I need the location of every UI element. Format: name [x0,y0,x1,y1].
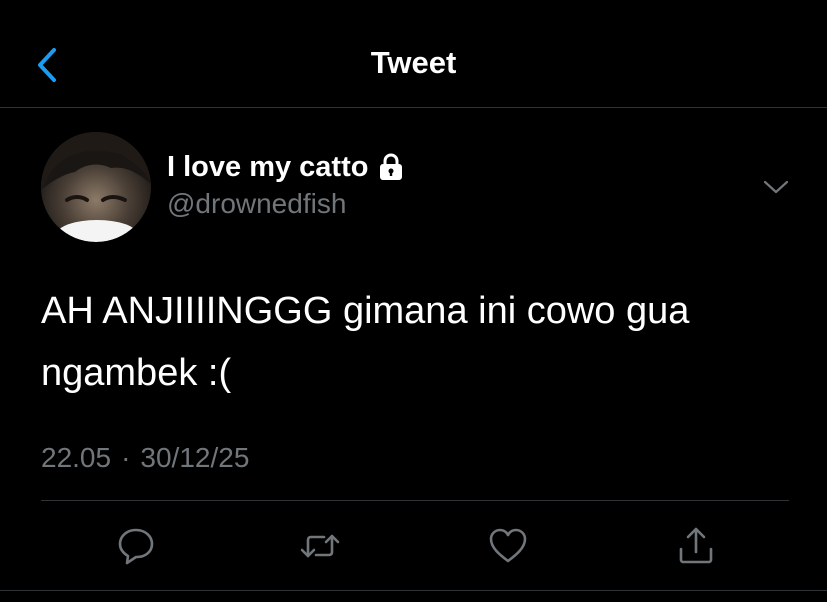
share-icon [679,527,713,564]
divider [0,590,827,591]
lock-icon [380,153,403,180]
divider [41,500,789,501]
tweet-timestamp[interactable]: 22.05 · 30/12/25 [41,442,249,474]
chevron-down-icon [763,180,789,194]
top-bar: Tweet [0,0,827,108]
like-button[interactable] [486,524,530,568]
more-options-button[interactable] [760,174,792,200]
heart-icon [489,528,527,563]
page-title: Tweet [370,45,457,80]
reply-icon [118,528,154,565]
tweet-text: AH ANJIIIINGGG gimana ini cowo gua ngamb… [41,280,801,404]
avatar[interactable] [41,132,151,242]
tweet-time: 22.05 [41,442,112,473]
tweet-text-line: ngambek :( [41,352,232,394]
avatar-image [41,132,151,242]
retweet-icon [300,534,340,558]
author-name-row[interactable]: I love my catto [167,149,404,185]
author-handle[interactable]: @drownedfish [167,188,346,220]
retweet-button[interactable] [298,524,342,568]
share-button[interactable] [674,524,718,568]
reply-button[interactable] [114,524,158,568]
display-name[interactable]: I love my catto [167,151,368,184]
tweet-date: 30/12/25 [140,442,250,473]
separator: · [121,442,131,473]
tweet-text-line: AH ANJIIIINGGG gimana ini cowo gua [41,290,690,332]
